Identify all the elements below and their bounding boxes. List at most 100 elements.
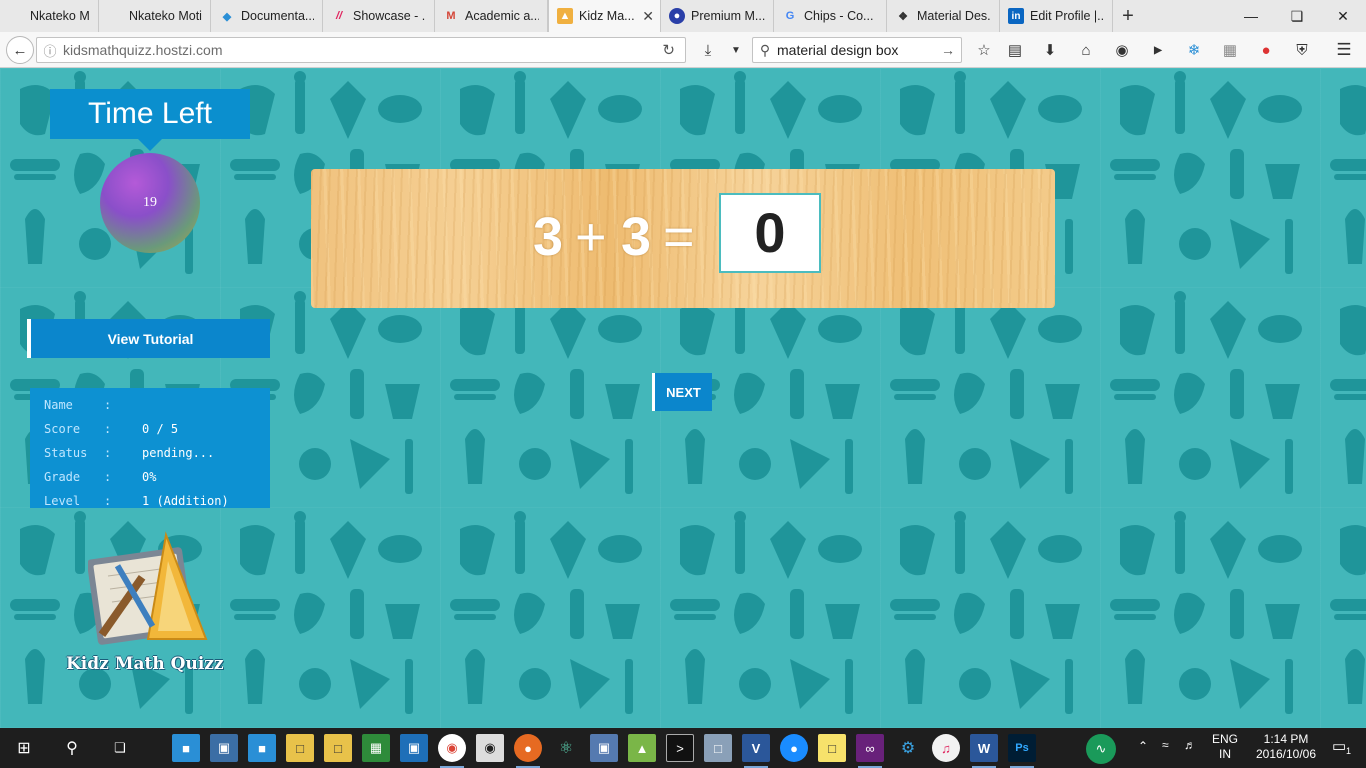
- tab-label: Kidz Ma...: [579, 9, 635, 23]
- wifi-icon[interactable]: ≈: [1162, 738, 1169, 752]
- chrome-icon[interactable]: ◉: [438, 734, 466, 768]
- notifications-icon[interactable]: ▭: [1332, 737, 1346, 755]
- countdown-timer: 19: [100, 153, 200, 253]
- activity-monitor-icon[interactable]: ∿: [1086, 734, 1116, 764]
- youtube-icon[interactable]: ▶: [1146, 38, 1170, 62]
- quiz-page: Time Left 19 3 + 3 = 0 View Tutorial Nam…: [0, 69, 1366, 728]
- tab-kidz-math[interactable]: ▲ Kidz Ma... ✕: [548, 0, 661, 32]
- download-arrow-icon[interactable]: ⤓: [696, 38, 720, 62]
- search-input[interactable]: ⚲ material design box →: [752, 37, 962, 63]
- search-icon[interactable]: ⚲: [58, 734, 86, 762]
- tab-showcase[interactable]: // Showcase - ...: [323, 0, 435, 32]
- search-go-icon[interactable]: →: [941, 42, 955, 58]
- minimize-icon[interactable]: —: [1228, 0, 1274, 32]
- reload-icon[interactable]: ↻: [662, 41, 675, 59]
- close-tab-icon[interactable]: ✕: [642, 8, 654, 25]
- info-label: Status: [44, 446, 88, 460]
- browser-toolbar: ← ⓘ kidsmathquizz .hostzi.com ↻ ⤓ ▼ ⚲ mat…: [0, 32, 1366, 68]
- visual-studio-icon[interactable]: ∞: [856, 734, 884, 768]
- word-icon[interactable]: W: [970, 734, 998, 768]
- gear-network-icon[interactable]: ⚙: [894, 734, 922, 762]
- info-icon[interactable]: ⓘ: [37, 41, 63, 60]
- sticky-notes-icon[interactable]: □: [818, 734, 846, 762]
- home-icon[interactable]: ⌂: [1074, 38, 1098, 62]
- itunes-icon[interactable]: ♫: [932, 734, 960, 762]
- blank-page-icon: [8, 8, 24, 24]
- color-palette-icon[interactable]: ●: [1254, 38, 1278, 62]
- visio-icon[interactable]: V: [742, 734, 770, 768]
- premium-icon: ●: [669, 8, 685, 24]
- address-bar[interactable]: ⓘ kidsmathquizz .hostzi.com ↻: [36, 37, 686, 63]
- time-left-label: Time Left: [88, 97, 212, 130]
- back-arrow-icon[interactable]: ←: [6, 36, 34, 64]
- info-colon: :: [104, 494, 112, 508]
- photos-icon[interactable]: □: [704, 734, 732, 762]
- info-row-level: Level : 1 (Addition): [44, 489, 270, 513]
- chevron-up-icon[interactable]: ⌃: [1138, 739, 1148, 753]
- star-bookmark-icon[interactable]: ☆: [972, 38, 996, 62]
- language-indicator[interactable]: ENG IN: [1212, 732, 1238, 762]
- info-colon: :: [104, 422, 112, 436]
- info-colon: :: [104, 470, 112, 484]
- terminal-icon[interactable]: >: [666, 734, 694, 762]
- chevron-down-icon[interactable]: ▼: [724, 38, 748, 62]
- windows-taskbar: ⊞ ⚲ ❏ ■ ▣ ■ □ □ ▦ ▣ ◉ ◉ ● ⚛ ▣ ▲ > □ V ● …: [0, 728, 1366, 768]
- extension-icon[interactable]: ▦: [1218, 38, 1242, 62]
- hamburger-menu-icon[interactable]: ☰: [1332, 38, 1356, 62]
- tab-nkateko-1[interactable]: Nkateko Motileng: [0, 0, 99, 32]
- folder-icon[interactable]: □: [286, 734, 314, 762]
- close-window-icon[interactable]: ✕: [1320, 0, 1366, 32]
- snowflake-icon[interactable]: ❄: [1182, 38, 1206, 62]
- network-computer-icon[interactable]: ▣: [590, 734, 618, 762]
- android-studio-icon[interactable]: ▲: [628, 734, 656, 762]
- clock-time: 1:14 PM: [1263, 732, 1309, 746]
- tab-material-design[interactable]: ❖ Material Des...: [887, 0, 1000, 32]
- maximize-icon[interactable]: ❏: [1274, 0, 1320, 32]
- pocket-icon[interactable]: ◉: [1110, 38, 1134, 62]
- shield-icon[interactable]: ⛨: [1290, 38, 1314, 62]
- info-colon: :: [104, 398, 112, 412]
- computer-icon[interactable]: ▣: [210, 734, 238, 762]
- tab-edit-profile[interactable]: in Edit Profile |...: [1000, 0, 1113, 32]
- tab-label: Academic a...: [465, 9, 539, 23]
- info-label: Level: [44, 494, 81, 508]
- task-view-icon[interactable]: ❏: [106, 734, 134, 762]
- messenger-icon[interactable]: ●: [780, 734, 808, 762]
- file-explorer-icon[interactable]: □: [324, 734, 352, 762]
- remote-desktop-icon[interactable]: ▣: [400, 734, 428, 762]
- atom-icon[interactable]: ⚛: [552, 734, 580, 762]
- info-label: Score: [44, 422, 81, 436]
- info-label: Name: [44, 398, 73, 412]
- reading-list-icon[interactable]: ▤: [1003, 38, 1027, 62]
- player-info-card: Name : Score : 0 / 5 Status : pending...…: [30, 388, 270, 508]
- tab-academic[interactable]: M Academic a...: [435, 0, 548, 32]
- tab-chips[interactable]: G Chips - Co...: [774, 0, 887, 32]
- next-button[interactable]: NEXT: [652, 373, 712, 411]
- tab-label: Nkateko Motileng: [30, 9, 90, 23]
- new-tab-button[interactable]: +: [1113, 0, 1143, 32]
- browser-tab-strip: Nkateko Motileng Nkateko Motileng ◆ Docu…: [0, 0, 1366, 32]
- view-tutorial-button[interactable]: View Tutorial: [27, 319, 270, 358]
- notification-count: 1: [1346, 746, 1352, 756]
- app-cube-icon[interactable]: ■: [172, 734, 200, 762]
- answer-input[interactable]: 0: [719, 193, 821, 273]
- equals-sign: =: [663, 207, 695, 267]
- firefox-icon[interactable]: ●: [514, 734, 542, 768]
- store-cube-icon[interactable]: ■: [248, 734, 276, 762]
- downloads-icon[interactable]: ⬇: [1038, 38, 1062, 62]
- spreadsheet-icon[interactable]: ▦: [362, 734, 390, 762]
- tab-documentation[interactable]: ◆ Documenta...: [211, 0, 323, 32]
- clock[interactable]: 1:14 PM 2016/10/06: [1246, 732, 1326, 762]
- volume-icon[interactable]: ♬: [1184, 738, 1196, 752]
- operand-b: 3: [621, 207, 652, 267]
- photoshop-icon[interactable]: Ps: [1008, 734, 1036, 768]
- tab-premium[interactable]: ● Premium M...: [661, 0, 774, 32]
- windows-start-icon[interactable]: ⊞: [10, 734, 38, 762]
- camera-icon[interactable]: ◉: [476, 734, 504, 762]
- search-text: material design box: [777, 42, 899, 58]
- diamond-icon: ◆: [222, 10, 232, 23]
- tab-label: Material Des...: [917, 9, 991, 23]
- tab-nkateko-2[interactable]: Nkateko Motileng: [99, 0, 211, 32]
- url-host: kidsmathquizz: [63, 42, 152, 58]
- operator: +: [575, 207, 607, 267]
